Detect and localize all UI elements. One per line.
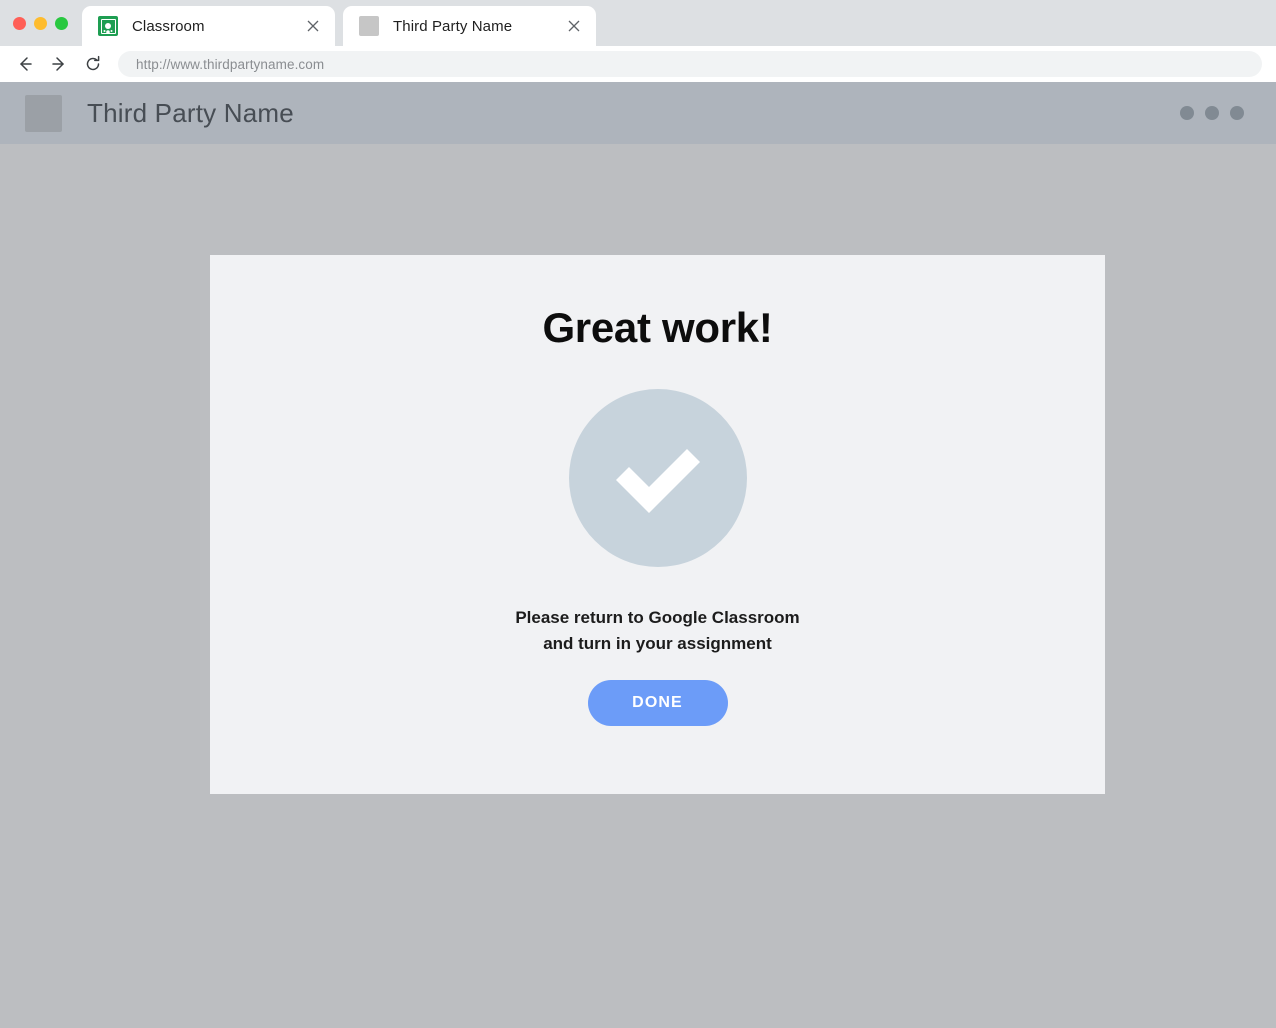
close-tab-icon[interactable] (303, 16, 323, 36)
arrow-right-icon[interactable] (46, 51, 72, 77)
dot (1205, 106, 1219, 120)
generic-site-favicon-placeholder-icon (359, 16, 379, 36)
instruction-line-1: Please return to Google Classroom (515, 608, 800, 627)
browser-tab-classroom[interactable]: Classroom (82, 6, 335, 46)
page-viewport: Third Party Name Great work! Please retu… (0, 82, 1276, 1028)
minimize-window-button[interactable] (34, 16, 47, 30)
page-title: Great work! (542, 304, 773, 351)
google-classroom-icon (98, 16, 118, 36)
dot (1230, 106, 1244, 120)
close-window-button[interactable] (13, 16, 26, 30)
completion-card: Great work! Please return to Google Clas… (210, 255, 1105, 794)
app-logo-placeholder-icon (25, 94, 62, 132)
browser-toolbar: http://www.thirdpartyname.com (0, 46, 1276, 82)
site-title: Third Party Name (87, 97, 294, 128)
instruction-text: Please return to Google Classroom and tu… (515, 605, 799, 658)
browser-tab-third-party-name[interactable]: Third Party Name (343, 6, 596, 46)
tab-title: Classroom (132, 17, 205, 35)
window-traffic-lights (0, 0, 82, 46)
tab-title: Third Party Name (393, 17, 513, 35)
maximize-window-button[interactable] (55, 16, 68, 30)
reload-icon[interactable] (80, 51, 106, 77)
address-bar-value: http://www.thirdpartyname.com (136, 56, 325, 72)
three-dots-icon[interactable] (1180, 106, 1244, 120)
address-bar[interactable]: http://www.thirdpartyname.com (118, 51, 1262, 77)
instruction-line-2: and turn in your assignment (543, 634, 772, 654)
site-header: Third Party Name (0, 82, 1276, 144)
done-button[interactable]: DONE (587, 679, 728, 726)
browser-chrome: Classroom Third Party Name http://www.th… (0, 0, 1276, 82)
check-circle-icon (568, 389, 747, 567)
close-tab-icon[interactable] (564, 16, 584, 36)
arrow-left-icon[interactable] (12, 51, 38, 77)
browser-tab-strip: Classroom Third Party Name (0, 0, 1276, 46)
dot (1180, 106, 1194, 120)
